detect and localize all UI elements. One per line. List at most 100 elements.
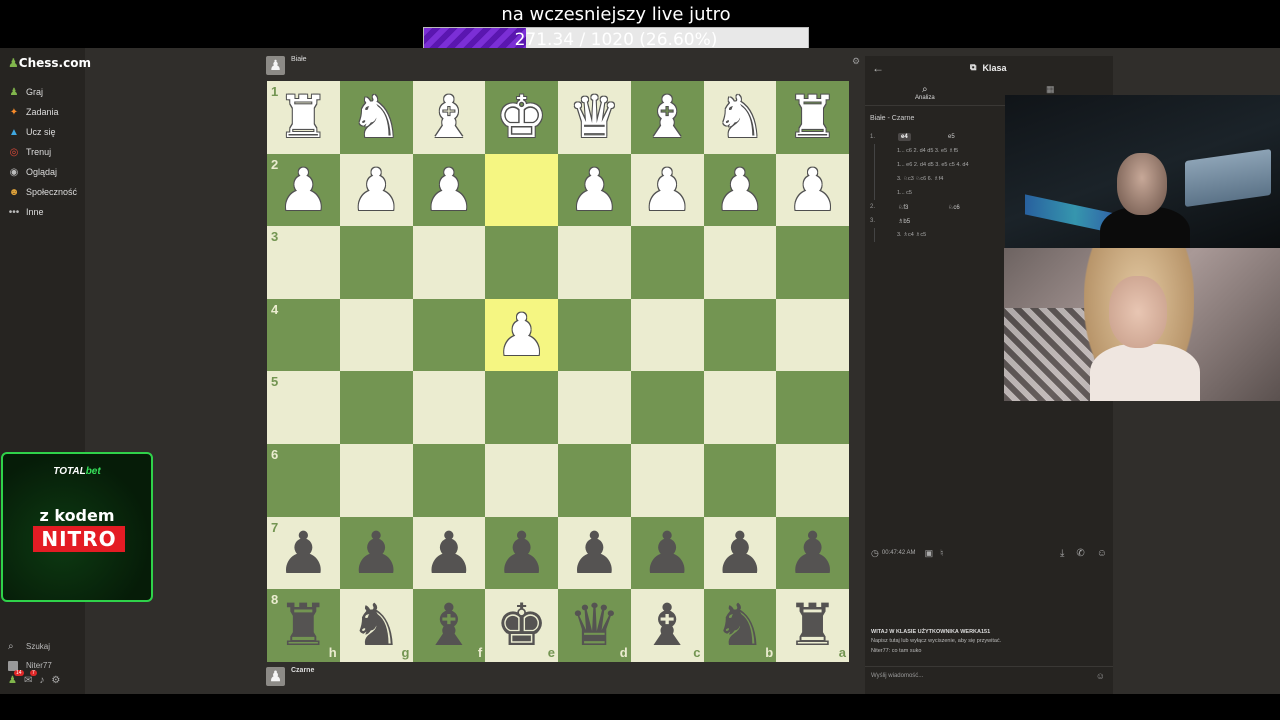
board-square[interactable] [412,226,486,299]
white-pawn-piece[interactable]: ♟ [568,161,620,219]
board-square[interactable]: ♟ [485,298,558,372]
sidebar-item-play[interactable]: ♟ Graj [8,82,84,102]
download-icon[interactable]: ⤓ [1060,548,1064,559]
board-square[interactable]: ♛ [558,81,631,154]
board-square[interactable] [485,443,558,517]
sidebar-item-puzzles[interactable]: ✦ Zadania [8,102,84,122]
tab-board[interactable]: ▦ [1046,84,1055,95]
board-square[interactable] [339,298,413,372]
messages-icon[interactable]: ✉ 7 [24,670,37,686]
black-pawn-piece[interactable]: ♟ [568,524,620,582]
white-knight-piece[interactable]: ♞ [350,88,402,146]
black-pawn-piece[interactable]: ♟ [787,524,839,582]
board-square[interactable] [558,298,631,372]
black-bishop-piece[interactable]: ♝ [641,596,693,654]
chess-board[interactable]: 1 ♜ ♞ ♝ ♚ ♛ ♝ ♞ ♜ 2 ♟ ♟ ♟ ♟ ♟ ♟ ♟ 3 4 ♟ 5 6 7 ♟ ♟ ♟ ♟ ♟ ♟ ♟ ♟ 8 h ♜ g ♞ f ♝ e ♚… [267,81,849,662]
sidebar-item-learn[interactable]: ▲ Ucz się [8,122,84,142]
board-square[interactable] [630,443,704,517]
chat-icon[interactable]: ✆ [1076,548,1084,559]
board-square[interactable] [485,371,558,444]
board-square[interactable]: ♟ [630,516,704,590]
board-square[interactable]: ♟ [776,153,849,227]
board-square[interactable] [558,443,631,517]
white-move[interactable]: ♗b5 [898,219,910,225]
board-square[interactable]: ♟ [703,516,777,590]
board-square[interactable] [776,226,849,299]
black-knight-piece[interactable]: ♞ [350,596,402,654]
white-king-piece[interactable]: ♚ [496,88,548,146]
chess-logo[interactable]: ♟Chess.com [8,56,91,70]
friends-icon[interactable]: ♟ 14 [8,670,24,686]
board-square[interactable]: ♟ [776,516,849,590]
white-queen-piece[interactable]: ♛ [568,88,620,146]
board-square[interactable]: d ♛ [558,589,631,662]
black-knight-piece[interactable]: ♞ [714,596,766,654]
board-square[interactable]: ♟ [412,153,486,227]
board-square[interactable]: 1 ♜ [267,81,340,154]
black-move[interactable]: ♘c6 [948,204,960,211]
white-pawn-piece[interactable]: ♟ [641,161,693,219]
board-square[interactable] [412,443,486,517]
bell-icon[interactable]: ♪ [39,675,44,686]
board-square[interactable]: f ♝ [412,589,486,662]
white-pawn-piece[interactable]: ♟ [787,161,839,219]
board-square[interactable]: ♞ [339,81,413,154]
black-pawn-piece[interactable]: ♟ [277,524,329,582]
board-square[interactable]: c ♝ [630,589,704,662]
board-square[interactable]: ♟ [558,153,631,227]
board-square[interactable]: 3 [267,226,340,299]
white-rook-piece[interactable]: ♜ [277,88,329,146]
people-icon[interactable]: ☺ [1097,548,1107,559]
board-square[interactable]: 8 h ♜ [267,589,340,662]
white-knight-piece[interactable]: ♞ [714,88,766,146]
board-square[interactable] [630,298,704,372]
board-square[interactable]: ♝ [630,81,704,154]
board-square[interactable] [485,153,558,227]
mic-off-icon[interactable]: ♮ [940,548,943,559]
board-square[interactable]: ♟ [630,153,704,227]
board-square[interactable]: ♚ [485,81,558,154]
board-square[interactable] [339,226,413,299]
board-square[interactable]: 2 ♟ [267,153,340,227]
sidebar-item-watch[interactable]: ◉ Oglądaj [8,162,84,182]
board-square[interactable]: a ♜ [776,589,849,662]
board-square[interactable] [703,298,777,372]
board-square[interactable]: g ♞ [339,589,413,662]
board-square[interactable] [558,371,631,444]
board-square[interactable]: ♟ [339,516,413,590]
white-bishop-piece[interactable]: ♝ [423,88,475,146]
camera-off-icon[interactable]: ▣ [925,548,934,559]
sidebar-item-community[interactable]: ☻ Społeczność [8,182,84,202]
board-square[interactable]: ♝ [412,81,486,154]
board-square[interactable] [776,371,849,444]
white-pawn-piece[interactable]: ♟ [423,161,475,219]
emoji-icon[interactable]: ☺ [1096,671,1105,681]
back-arrow-icon[interactable]: ← [872,61,884,75]
board-square[interactable]: ♜ [776,81,849,154]
white-pawn-piece[interactable]: ♟ [277,161,329,219]
board-square[interactable] [776,298,849,372]
settings-gear-icon[interactable]: ⚙ [51,675,60,686]
board-square[interactable]: e ♚ [485,589,558,662]
black-pawn-piece[interactable]: ♟ [423,524,475,582]
board-square[interactable]: 4 [267,298,340,372]
black-rook-piece[interactable]: ♜ [277,596,329,654]
board-square[interactable] [339,371,413,444]
board-square[interactable]: 5 [267,371,340,444]
board-square[interactable]: 7 ♟ [267,516,340,590]
board-square[interactable]: ♟ [703,153,777,227]
board-square[interactable] [412,298,486,372]
white-pawn-piece[interactable]: ♟ [714,161,766,219]
board-square[interactable] [703,443,777,517]
black-pawn-piece[interactable]: ♟ [496,524,548,582]
board-square[interactable] [703,371,777,444]
black-pawn-piece[interactable]: ♟ [641,524,693,582]
chat-input[interactable]: Wyślij wiadomość... ☺ [865,666,1113,686]
board-square[interactable]: ♟ [485,516,558,590]
board-square[interactable] [485,226,558,299]
tab-analysis[interactable]: ⌕ Analiza [915,84,935,101]
board-square[interactable]: ♞ [703,81,777,154]
board-settings-gear-icon[interactable]: ⚙ [852,56,860,67]
board-square[interactable]: ♟ [412,516,486,590]
black-rook-piece[interactable]: ♜ [787,596,839,654]
